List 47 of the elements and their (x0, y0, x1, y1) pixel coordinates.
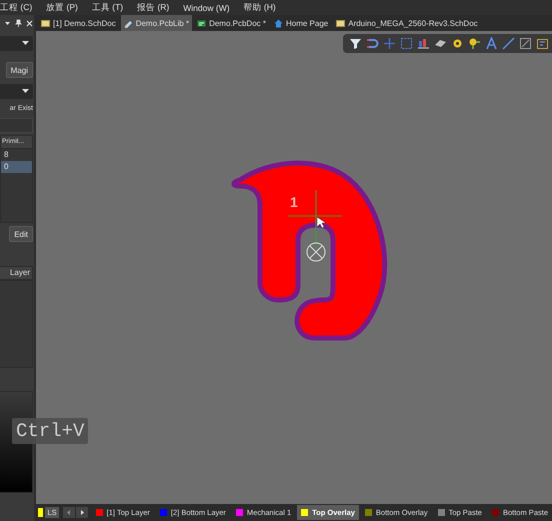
via-icon[interactable] (468, 37, 481, 50)
document-tab[interactable]: [1] Demo.SchDoc (38, 15, 119, 31)
document-tab[interactable]: Arduino_MEGA_2560-Rev3.SchDoc (333, 15, 481, 31)
selection-icon[interactable] (400, 37, 413, 50)
cursor-icon (316, 216, 326, 228)
document-tab[interactable]: Home Page (270, 15, 332, 31)
edit-button[interactable]: Edit (9, 226, 33, 242)
dropdown-icon[interactable] (4, 20, 11, 26)
previous-icon[interactable] (62, 507, 75, 518)
next-icon[interactable] (76, 507, 88, 518)
pad-designator: 1 (290, 194, 298, 210)
eraser-icon[interactable] (434, 37, 447, 50)
menu-item[interactable]: 帮助 (H) (244, 2, 276, 14)
menu-item[interactable]: 工具 (T) (92, 2, 124, 14)
text-icon[interactable] (485, 37, 498, 50)
menu-item[interactable]: 放置 (P) (46, 2, 78, 14)
close-icon[interactable] (26, 20, 33, 26)
document-icon (336, 18, 346, 28)
filter-icon[interactable] (349, 37, 362, 50)
pencil-icon (124, 18, 133, 28)
table-row[interactable]: 8 (1, 149, 32, 161)
caret-icon (22, 41, 29, 46)
dropdown[interactable] (0, 36, 33, 51)
key-overlay: Ctrl+V (12, 418, 88, 444)
origin-crosshair (288, 190, 342, 250)
magic-button[interactable]: Magi (6, 62, 33, 78)
menu-item[interactable]: Window (W) (183, 2, 230, 12)
menu-item[interactable]: 报告 (R) (137, 2, 170, 14)
hole-marker-icon (306, 242, 326, 262)
table-row[interactable]: 0 (1, 161, 32, 173)
document-tab[interactable]: Demo.PcbDoc * (194, 15, 269, 31)
document-tab[interactable]: Demo.PcbLib * (120, 15, 192, 31)
current-layer-swatch[interactable] (38, 508, 44, 517)
menu-item[interactable]: 工程 (C) (0, 2, 32, 14)
caret-icon (22, 89, 29, 94)
component-icon[interactable] (536, 37, 549, 50)
dropdown[interactable] (0, 84, 33, 99)
board-icon (197, 18, 206, 28)
pin-icon[interactable] (15, 19, 22, 27)
chart-icon[interactable] (417, 37, 430, 50)
home-icon (274, 18, 283, 28)
magnet-icon[interactable] (366, 37, 379, 50)
square-icon[interactable] (519, 37, 532, 50)
document-icon (41, 18, 50, 28)
pad-icon[interactable] (451, 37, 464, 50)
column-header[interactable]: Layer (0, 266, 33, 280)
line-icon[interactable] (502, 37, 515, 50)
